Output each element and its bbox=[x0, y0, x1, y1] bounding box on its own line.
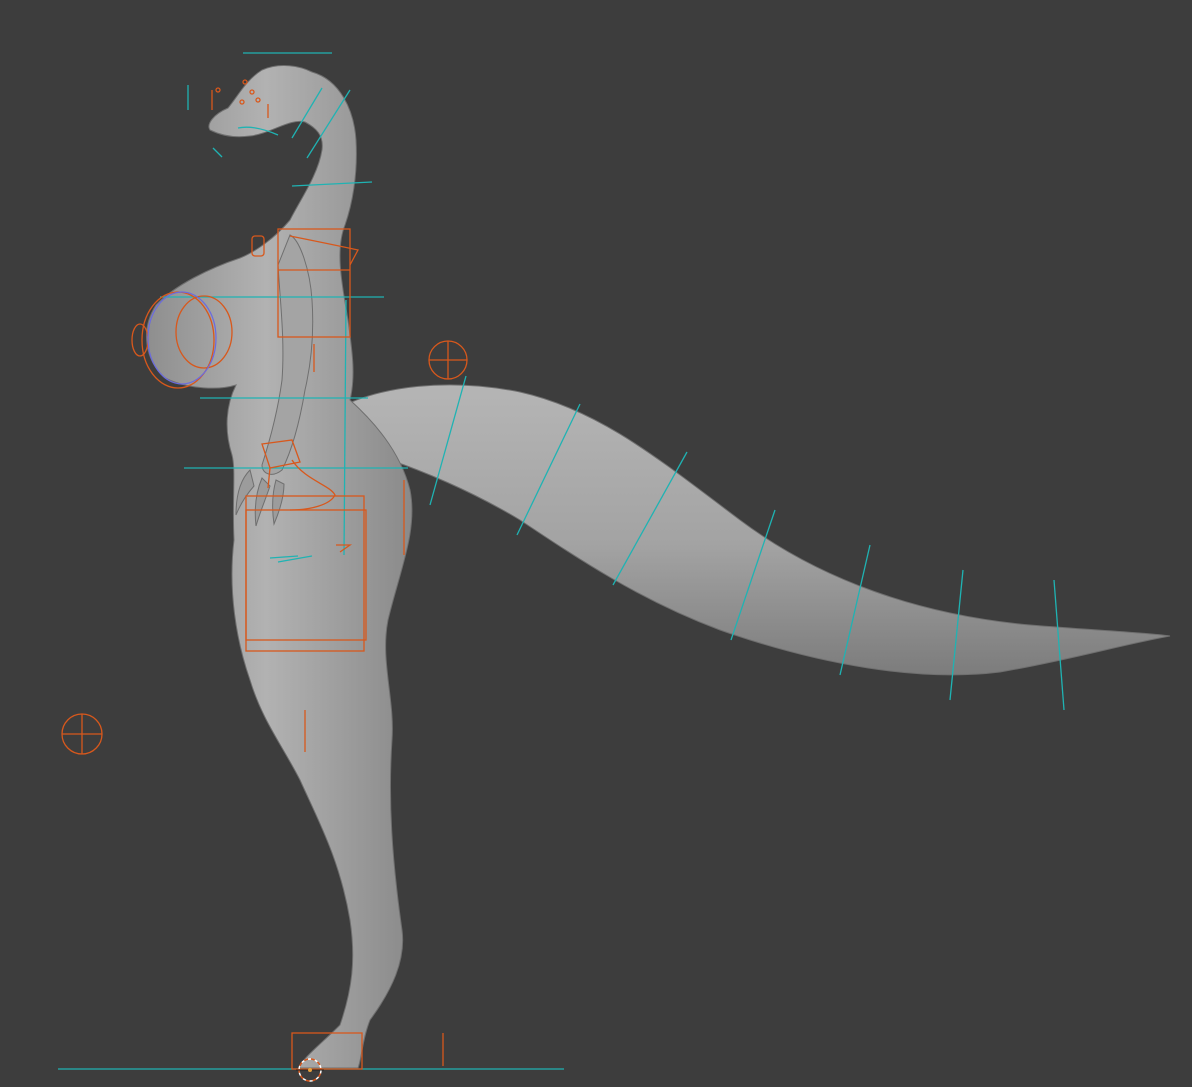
body-mesh[interactable] bbox=[145, 65, 413, 1069]
armature-bones[interactable] bbox=[58, 52, 1065, 1070]
tail-mesh[interactable] bbox=[334, 384, 1171, 676]
tail-control-icon[interactable] bbox=[428, 340, 468, 380]
3d-viewport[interactable] bbox=[0, 0, 1192, 1087]
root-control-icon[interactable] bbox=[61, 713, 103, 755]
viewport-canvas[interactable] bbox=[0, 0, 1192, 1087]
